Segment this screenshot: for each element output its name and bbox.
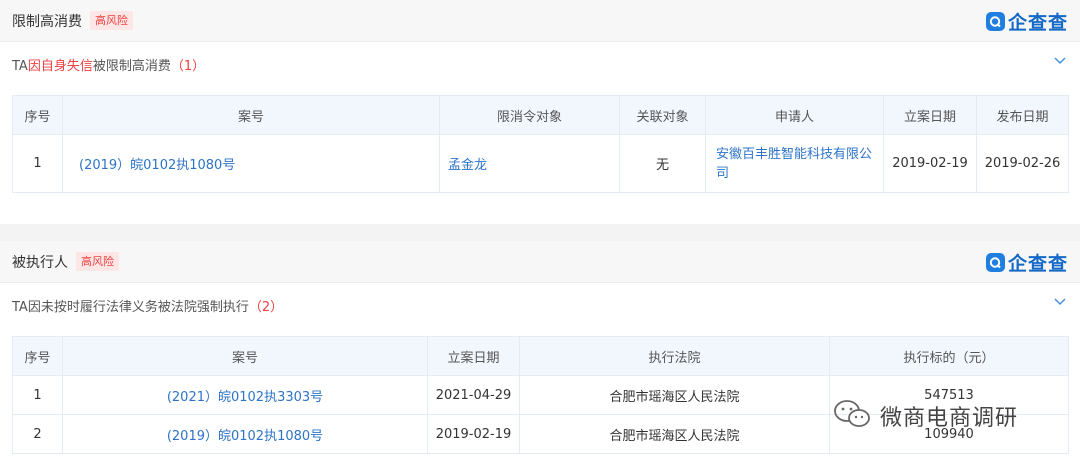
subtitle-text: TA因未按时履行法律义务被法院强制执行 [12, 300, 249, 315]
brand-logo: 企查查 [985, 249, 1068, 275]
section-header: 限制高消费 高风险 企查查 [0, 0, 1080, 42]
judgment-debtor-table: 序号 案号 立案日期 执行法院 执行标的（元） 1 (2021）皖0102执33… [12, 336, 1069, 454]
col-header: 执行法院 [519, 336, 830, 376]
row-index: 2 [12, 414, 63, 454]
subtitle-count: （2） [248, 300, 284, 315]
case-number-link[interactable]: (2019）皖0102执1080号 [62, 414, 428, 454]
wechat-icon [832, 398, 872, 434]
section-subtitle: TA因未按时履行法律义务被法院强制执行（2） [12, 296, 283, 315]
section-subtitle: TA因自身失信被限制高消费（1） [12, 55, 205, 74]
subtitle-rest: 被限制高消费 [92, 59, 171, 74]
wechat-watermark: 微商电商调研 [832, 398, 1018, 434]
row-index: 1 [12, 134, 63, 193]
qichacha-logo-icon [985, 252, 1005, 272]
section-header: 被执行人 高风险 企查查 [0, 241, 1080, 283]
case-number-link[interactable]: (2019）皖0102执1080号 [62, 134, 440, 193]
restricted-consumption-table: 序号 案号 限消令对象 关联对象 申请人 立案日期 发布日期 1 (2019）皖… [12, 95, 1069, 193]
col-header: 案号 [62, 336, 428, 376]
case-number-link[interactable]: (2021）皖0102执3303号 [62, 375, 428, 415]
section-title: 被执行人 [12, 255, 68, 271]
filing-date: 2021-04-29 [427, 375, 520, 415]
col-header: 立案日期 [427, 336, 520, 376]
publish-date: 2019-02-26 [976, 134, 1069, 193]
table-row: 1 (2019）皖0102执1080号 孟金龙 无 安徽百丰胜智能科技有限公司 … [12, 134, 1069, 193]
section-title: 限制高消费 [12, 14, 82, 30]
col-header: 限消令对象 [439, 95, 620, 135]
applicant-link[interactable]: 安徽百丰胜智能科技有限公司 [705, 134, 884, 193]
brand-logo: 企查查 [985, 8, 1068, 34]
watermark-text: 微商电商调研 [880, 406, 1019, 431]
col-header: 执行标的（元） [829, 336, 1069, 376]
col-header: 申请人 [705, 95, 884, 135]
restricted-consumption-section: 限制高消费 高风险 企查查 TA因自身失信被限制高消费（1） 序号 案号 限消令… [0, 0, 1080, 224]
col-header: 立案日期 [883, 95, 977, 135]
col-header: 序号 [12, 95, 63, 135]
risk-badge: 高风险 [90, 11, 133, 30]
table-header-row: 序号 案号 限消令对象 关联对象 申请人 立案日期 发布日期 [12, 95, 1069, 135]
executing-court: 合肥市瑶海区人民法院 [519, 375, 830, 415]
subtitle-prefix: TA [12, 59, 28, 74]
col-header: 序号 [12, 336, 63, 376]
risk-badge: 高风险 [76, 252, 119, 271]
row-index: 1 [12, 375, 63, 415]
table-header-row: 序号 案号 立案日期 执行法院 执行标的（元） [12, 336, 1069, 376]
related-party: 无 [619, 134, 706, 193]
executing-court: 合肥市瑶海区人民法院 [519, 414, 830, 454]
filing-date: 2019-02-19 [427, 414, 520, 454]
col-header: 关联对象 [619, 95, 706, 135]
qichacha-logo-icon [985, 11, 1005, 31]
chevron-down-icon[interactable] [1054, 295, 1066, 310]
brand-name: 企查查 [1007, 252, 1068, 275]
brand-name: 企查查 [1007, 11, 1068, 34]
target-person-link[interactable]: 孟金龙 [439, 134, 620, 193]
subtitle-count: （1） [170, 59, 206, 74]
filing-date: 2019-02-19 [883, 134, 977, 193]
col-header: 发布日期 [976, 95, 1069, 135]
col-header: 案号 [62, 95, 440, 135]
chevron-down-icon[interactable] [1054, 54, 1066, 69]
subtitle-highlight: 因自身失信 [27, 59, 93, 74]
